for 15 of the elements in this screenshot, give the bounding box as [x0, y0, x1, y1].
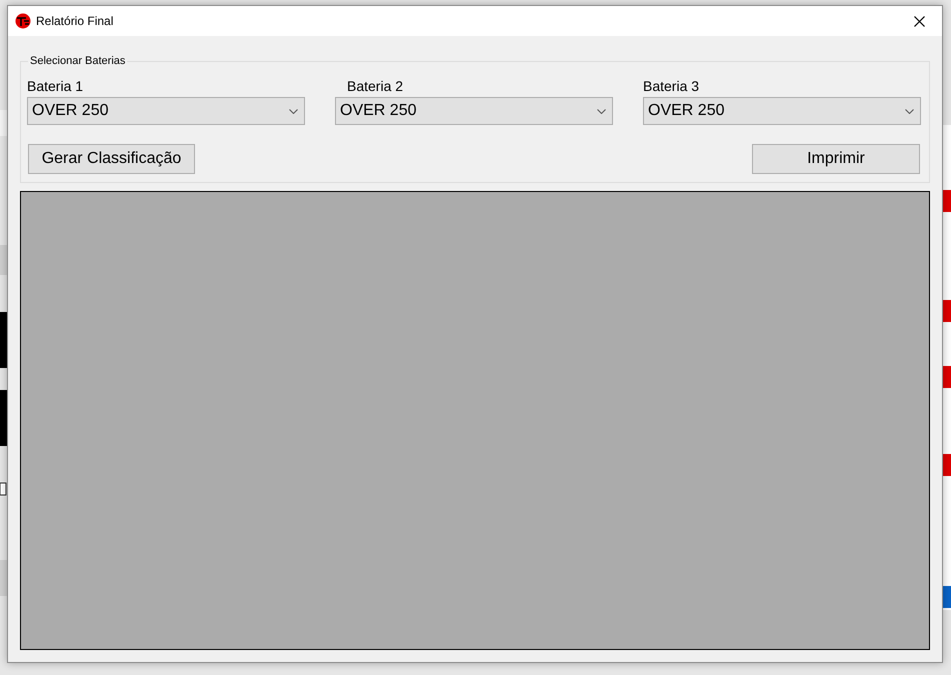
dropdown[interactable]: OVER 250: [27, 97, 305, 125]
window-title: Relatório Final: [36, 14, 114, 28]
group-title: Selecionar Baterias: [29, 55, 126, 67]
dropdown[interactable]: OVER 250: [643, 97, 921, 125]
action-button[interactable]: Gerar Classificação: [28, 144, 195, 174]
chevron-down-icon: [597, 108, 606, 114]
field-label: Bateria 1: [27, 78, 84, 94]
chevron-down-icon: [289, 108, 298, 114]
close-icon[interactable]: [914, 16, 924, 26]
chevron-down-icon: [905, 108, 914, 114]
app-icon: [15, 13, 31, 29]
action-button[interactable]: Imprimir: [752, 144, 920, 174]
field-label: Bateria 2: [347, 78, 404, 94]
dropdown[interactable]: OVER 250: [335, 97, 613, 125]
field-label: Bateria 3: [643, 78, 700, 94]
